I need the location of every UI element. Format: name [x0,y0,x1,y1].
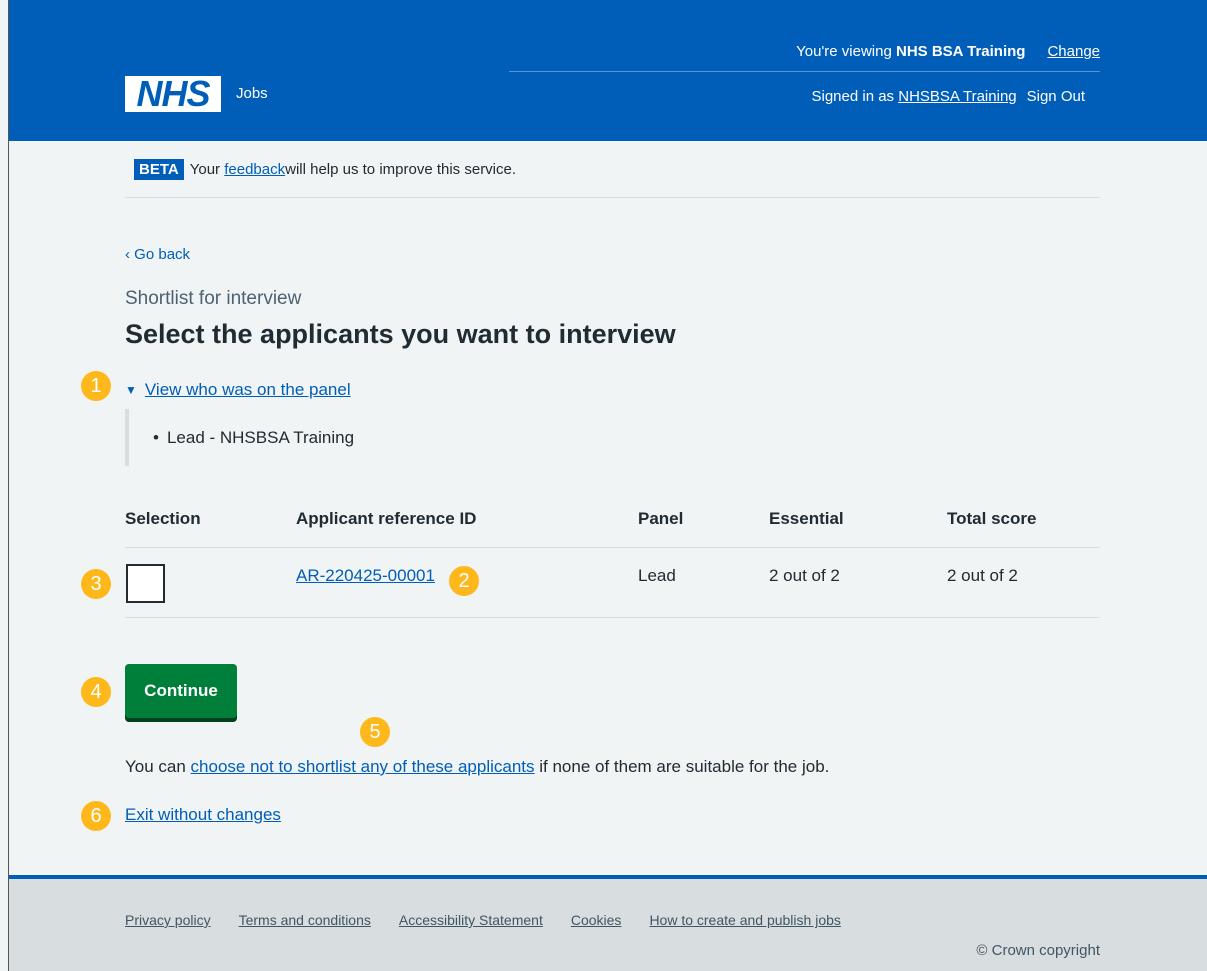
col-header-total-score: Total score [947,509,1037,528]
panel-details-summary: View who was on the panel [144,380,351,399]
para-suffix: if none of them are suitable for the job… [534,757,830,776]
triangle-down-icon: ▼ [125,383,137,397]
marker-6: 6 [81,801,111,831]
signed-in-prefix: Signed in as [811,88,899,105]
marker-4: 4 [81,677,111,707]
chevron-left-icon: ‹ [125,246,130,263]
site-header: You're viewing NHS BSA Training Change NH… [9,0,1207,141]
footer-links: Privacy policy Terms and conditions Acce… [125,912,869,928]
beta-prefix: Your [189,161,221,178]
page-caption: Shortlist for interview [125,288,302,309]
col-header-selection: Selection [125,509,201,528]
back-link[interactable]: ‹ Go back [125,246,190,263]
back-label: Go back [134,246,191,263]
beta-suffix: will help us to improve this service. [285,161,517,178]
col-header-panel: Panel [638,509,684,528]
beta-banner: BETA Your feedback will help us to impro… [134,159,516,180]
page-title: Select the applicants you want to interv… [125,319,676,349]
applicant-total-score: 2 out of 2 [947,566,1018,585]
applicant-essential: 2 out of 2 [769,566,840,585]
page-frame: You're viewing NHS BSA Training Change NH… [8,0,1207,971]
sign-out-link[interactable]: Sign Out [1027,88,1085,105]
table-header-divider [125,547,1100,548]
col-header-essential: Essential [769,509,844,528]
footer-link-accessibility[interactable]: Accessibility Statement [399,912,543,928]
panel-details-toggle[interactable]: ▼ View who was on the panel [125,380,351,400]
continue-button[interactable]: Continue [125,664,237,718]
col-header-ref-id: Applicant reference ID [296,509,477,528]
nhs-logo[interactable]: NHS [125,76,221,112]
marker-2: 2 [449,566,479,596]
para-prefix: You can [125,757,191,776]
account-link[interactable]: NHSBSA Training [898,88,1016,105]
header-divider [509,71,1100,72]
org-switcher: You're viewing NHS BSA Training Change [125,43,1100,60]
panel-details-content: Lead - NHSBSA Training [125,409,525,466]
footer-link-privacy[interactable]: Privacy policy [125,912,211,928]
no-shortlist-paragraph: You can choose not to shortlist any of t… [125,757,829,777]
account-nav: Signed in as NHSBSA Training Sign Out [609,88,1086,105]
table-row-divider [125,617,1100,618]
footer-link-how-to[interactable]: How to create and publish jobs [649,912,840,928]
panel-member: Lead - NHSBSA Training [153,428,525,448]
exit-without-changes-link[interactable]: Exit without changes [125,805,281,825]
viewing-org: NHS BSA Training [895,43,1026,60]
marker-5: 5 [360,717,390,747]
footer-link-terms[interactable]: Terms and conditions [239,912,371,928]
viewing-prefix: You're viewing [796,43,896,60]
applicant-ref-link[interactable]: AR-220425-00001 [296,566,435,586]
service-name: Jobs [236,85,268,102]
footer-link-cookies[interactable]: Cookies [571,912,622,928]
copyright: © Crown copyright [976,942,1100,959]
site-footer: Privacy policy Terms and conditions Acce… [9,875,1207,971]
beta-divider [125,197,1100,198]
applicant-select-checkbox[interactable] [126,564,165,603]
marker-1: 1 [81,371,111,401]
no-shortlist-link[interactable]: choose not to shortlist any of these app… [191,757,535,776]
nhs-logo-text: NHS [136,73,210,114]
beta-tag: BETA [134,159,184,180]
feedback-link[interactable]: feedback [224,161,285,178]
change-org-link[interactable]: Change [1047,43,1100,60]
applicant-panel: Lead [638,566,676,585]
marker-3: 3 [81,569,111,599]
